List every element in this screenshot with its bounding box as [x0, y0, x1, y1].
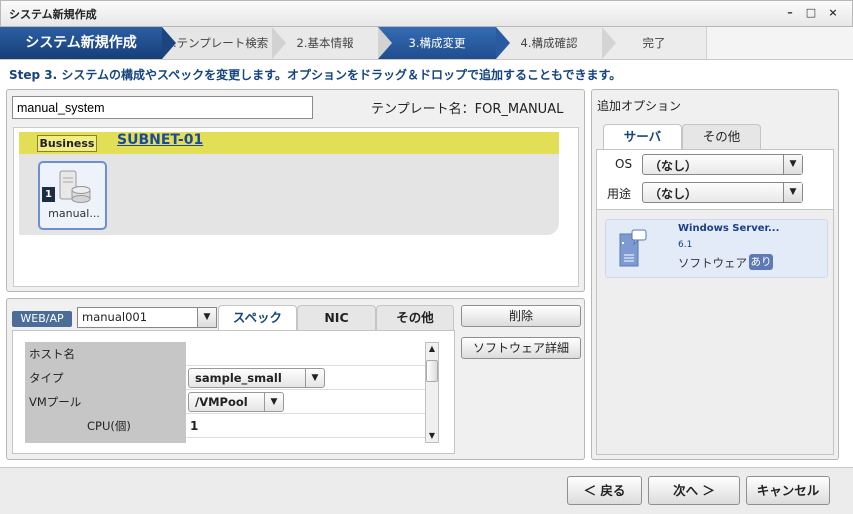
table-row: CPU(個) 1: [25, 414, 425, 438]
back-button[interactable]: ＜ 戻る: [567, 476, 642, 505]
option-name: Windows Server...: [678, 223, 780, 234]
row-label: ホスト名: [25, 342, 186, 366]
next-button[interactable]: 次へ ＞: [648, 476, 740, 505]
title-bar: [0, 0, 853, 27]
template-name-label: テンプレート名：FOR_MANUAL: [371, 102, 564, 117]
software-icon: [619, 229, 647, 267]
tab-spec[interactable]: スペック: [218, 305, 297, 330]
subnet-link[interactable]: SUBNET-01: [117, 132, 203, 148]
server-node-name: manual...: [48, 207, 100, 220]
minimize-button[interactable]: –: [782, 5, 798, 21]
table-row: VMプール /VMPool ▼: [25, 390, 425, 414]
vmpool-select-value: /VMPool: [195, 395, 248, 409]
step-config-confirm: 4.構成確認: [496, 27, 602, 59]
role-badge: WEB/AP: [12, 311, 72, 327]
close-button[interactable]: ×: [825, 5, 841, 21]
step-complete: 完了: [602, 27, 706, 59]
chevron-down-icon: ▼: [305, 369, 324, 387]
row-label: VMプール: [25, 390, 186, 414]
tab-nic[interactable]: NIC: [297, 305, 376, 330]
step-basic-info: 2.基本情報: [272, 27, 378, 59]
table-row: ホスト名: [25, 342, 425, 366]
step-divider: [706, 27, 707, 59]
wizard-title: システム新規作成: [0, 27, 162, 59]
cpu-value[interactable]: 1: [186, 414, 425, 438]
option-type: ソフトウェア: [678, 256, 747, 270]
type-select[interactable]: sample_small ▼: [188, 368, 325, 388]
window-title: システム新規作成: [9, 8, 97, 21]
software-detail-button[interactable]: ソフトウェア詳細: [461, 337, 581, 359]
os-select[interactable]: （なし） ▼: [642, 154, 803, 175]
step-instruction: Step 3. システムの構成やスペックを変更します。オプションをドラッグ＆ドロ…: [9, 68, 622, 82]
os-label: OS: [615, 157, 633, 171]
option-version: 6.1: [678, 240, 693, 250]
subnet-header: [19, 132, 559, 154]
chevron-down-icon: ▼: [783, 155, 802, 174]
server-number-badge: 1: [42, 187, 55, 202]
table-row: タイプ sample_small ▼: [25, 366, 425, 390]
os-select-value: （なし）: [649, 159, 698, 173]
row-label: タイプ: [25, 366, 186, 390]
scroll-thumb[interactable]: [426, 360, 438, 382]
tab-options-other[interactable]: その他: [682, 124, 761, 149]
subnet-badge: Business: [37, 135, 97, 152]
server-select[interactable]: manual001 ▼: [77, 307, 217, 328]
step-template-search: 1.テンプレート検索: [162, 27, 272, 59]
tab-other[interactable]: その他: [376, 305, 454, 330]
spec-table: ホスト名 タイプ sample_small ▼ VMプール /VMPool ▼ …: [25, 342, 425, 443]
scroll-down-icon[interactable]: ▼: [425, 429, 439, 443]
system-name-input[interactable]: [12, 96, 313, 119]
tab-server[interactable]: サーバ: [603, 124, 682, 149]
maximize-button[interactable]: □: [803, 5, 819, 21]
table-row: [25, 438, 425, 443]
spec-scrollbar[interactable]: [425, 342, 439, 443]
delete-button[interactable]: 削除: [461, 305, 581, 327]
hostname-value[interactable]: [186, 342, 425, 366]
type-select-value: sample_small: [195, 371, 282, 385]
chevron-down-icon: ▼: [783, 183, 802, 202]
step-config-change: 3.構成変更: [378, 27, 496, 59]
scroll-up-icon[interactable]: ▲: [425, 342, 439, 356]
usage-label: 用途: [607, 187, 632, 201]
usage-select[interactable]: （なし） ▼: [642, 182, 803, 203]
row-label: CPU(個): [25, 414, 186, 438]
options-title: 追加オプション: [597, 99, 682, 113]
option-flag-badge: あり: [749, 254, 773, 270]
vmpool-select[interactable]: /VMPool ▼: [188, 392, 284, 412]
cancel-button[interactable]: キャンセル: [746, 476, 830, 505]
usage-select-value: （なし）: [649, 187, 698, 201]
server-select-value: manual001: [82, 310, 148, 324]
chevron-down-icon: ▼: [264, 393, 283, 411]
wizard-steps: システム新規作成 1.テンプレート検索 2.基本情報 3.構成変更 4.構成確認…: [0, 27, 853, 60]
server-icon: [59, 170, 91, 203]
chevron-down-icon[interactable]: ▼: [197, 308, 216, 327]
